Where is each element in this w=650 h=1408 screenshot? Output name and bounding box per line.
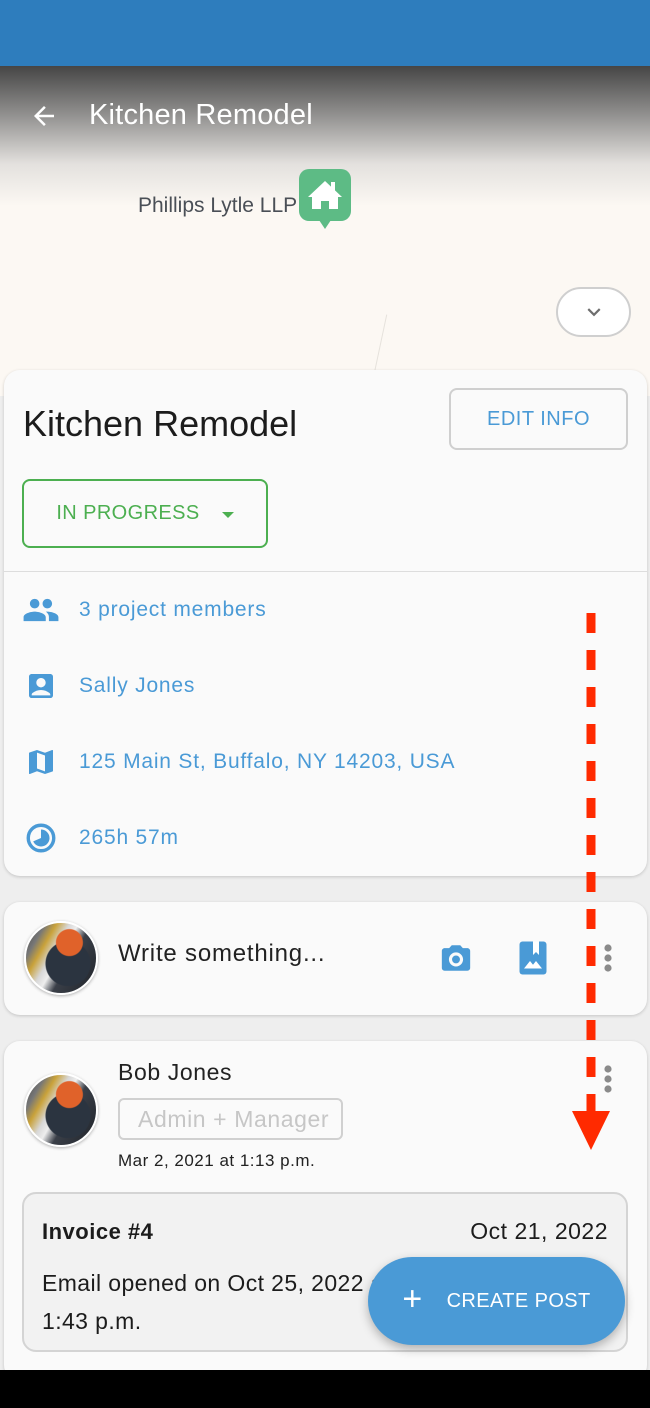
chevron-down-icon bbox=[587, 308, 600, 317]
back-button[interactable] bbox=[24, 100, 64, 132]
more-vertical-icon bbox=[604, 944, 612, 972]
status-bar bbox=[0, 0, 650, 66]
post-author-name[interactable]: Bob Jones bbox=[118, 1059, 232, 1086]
time-tracked-row[interactable]: 265h 57m bbox=[22, 818, 179, 858]
camera-icon bbox=[441, 945, 471, 971]
divider bbox=[4, 571, 647, 572]
map-icon bbox=[22, 746, 60, 778]
address-text: 125 Main St, Buffalo, NY 14203, USA bbox=[79, 750, 456, 773]
address-row[interactable]: 125 Main St, Buffalo, NY 14203, USA bbox=[22, 742, 455, 782]
status-label: IN PROGRESS bbox=[56, 502, 200, 524]
app-bar-title: Kitchen Remodel bbox=[89, 99, 313, 131]
role-badge: Admin + Manager bbox=[118, 1098, 344, 1140]
post-more-button[interactable] bbox=[596, 1061, 620, 1097]
caret-down-icon bbox=[221, 511, 234, 518]
project-info-card: Kitchen Remodel EDIT INFO IN PROGRESS 3 … bbox=[4, 370, 647, 876]
project-title: Kitchen Remodel bbox=[23, 403, 298, 444]
gallery-button[interactable] bbox=[514, 938, 552, 978]
clock-icon bbox=[22, 822, 60, 854]
client-row[interactable]: Sally Jones bbox=[22, 666, 195, 706]
map-road bbox=[373, 314, 388, 374]
house-pin-icon[interactable] bbox=[299, 169, 351, 231]
write-post-input[interactable]: Write something... bbox=[118, 940, 325, 968]
invoice-status: Email opened on Oct 25, 2022 at 1:43 p.m… bbox=[42, 1270, 391, 1334]
people-icon bbox=[22, 594, 60, 626]
composer-more-button[interactable] bbox=[596, 940, 620, 976]
create-post-label: CREATE POST bbox=[446, 1289, 591, 1312]
photo-library-icon bbox=[519, 941, 547, 975]
create-post-button[interactable]: + CREATE POST bbox=[368, 1257, 625, 1345]
map-place-label: Phillips Lytle LLP bbox=[138, 194, 298, 217]
camera-button[interactable] bbox=[435, 940, 477, 976]
post-timestamp: Mar 2, 2021 at 1:13 p.m. bbox=[118, 1151, 316, 1170]
map-view[interactable]: Kitchen Remodel Phillips Lytle LLP bbox=[0, 66, 650, 396]
plus-icon: + bbox=[402, 1279, 423, 1318]
invoice-date: Oct 21, 2022 bbox=[470, 1218, 608, 1244]
status-dropdown[interactable]: IN PROGRESS bbox=[22, 479, 268, 548]
project-members-row[interactable]: 3 project members bbox=[22, 590, 267, 630]
invoice-title: Invoice #4 bbox=[42, 1219, 154, 1244]
contact-icon bbox=[22, 670, 60, 702]
more-vertical-icon bbox=[604, 1065, 612, 1093]
client-name: Sally Jones bbox=[79, 674, 196, 697]
system-navigation-bar bbox=[0, 1370, 650, 1408]
author-avatar[interactable] bbox=[24, 1073, 98, 1147]
post-composer-card: Write something... bbox=[4, 902, 647, 1015]
time-tracked-text: 265h 57m bbox=[79, 826, 179, 849]
arrow-left-icon bbox=[34, 106, 54, 126]
project-members-text: 3 project members bbox=[79, 598, 267, 621]
edit-info-button[interactable]: EDIT INFO bbox=[449, 388, 628, 450]
current-user-avatar bbox=[24, 921, 98, 995]
collapse-map-button[interactable] bbox=[556, 287, 631, 337]
